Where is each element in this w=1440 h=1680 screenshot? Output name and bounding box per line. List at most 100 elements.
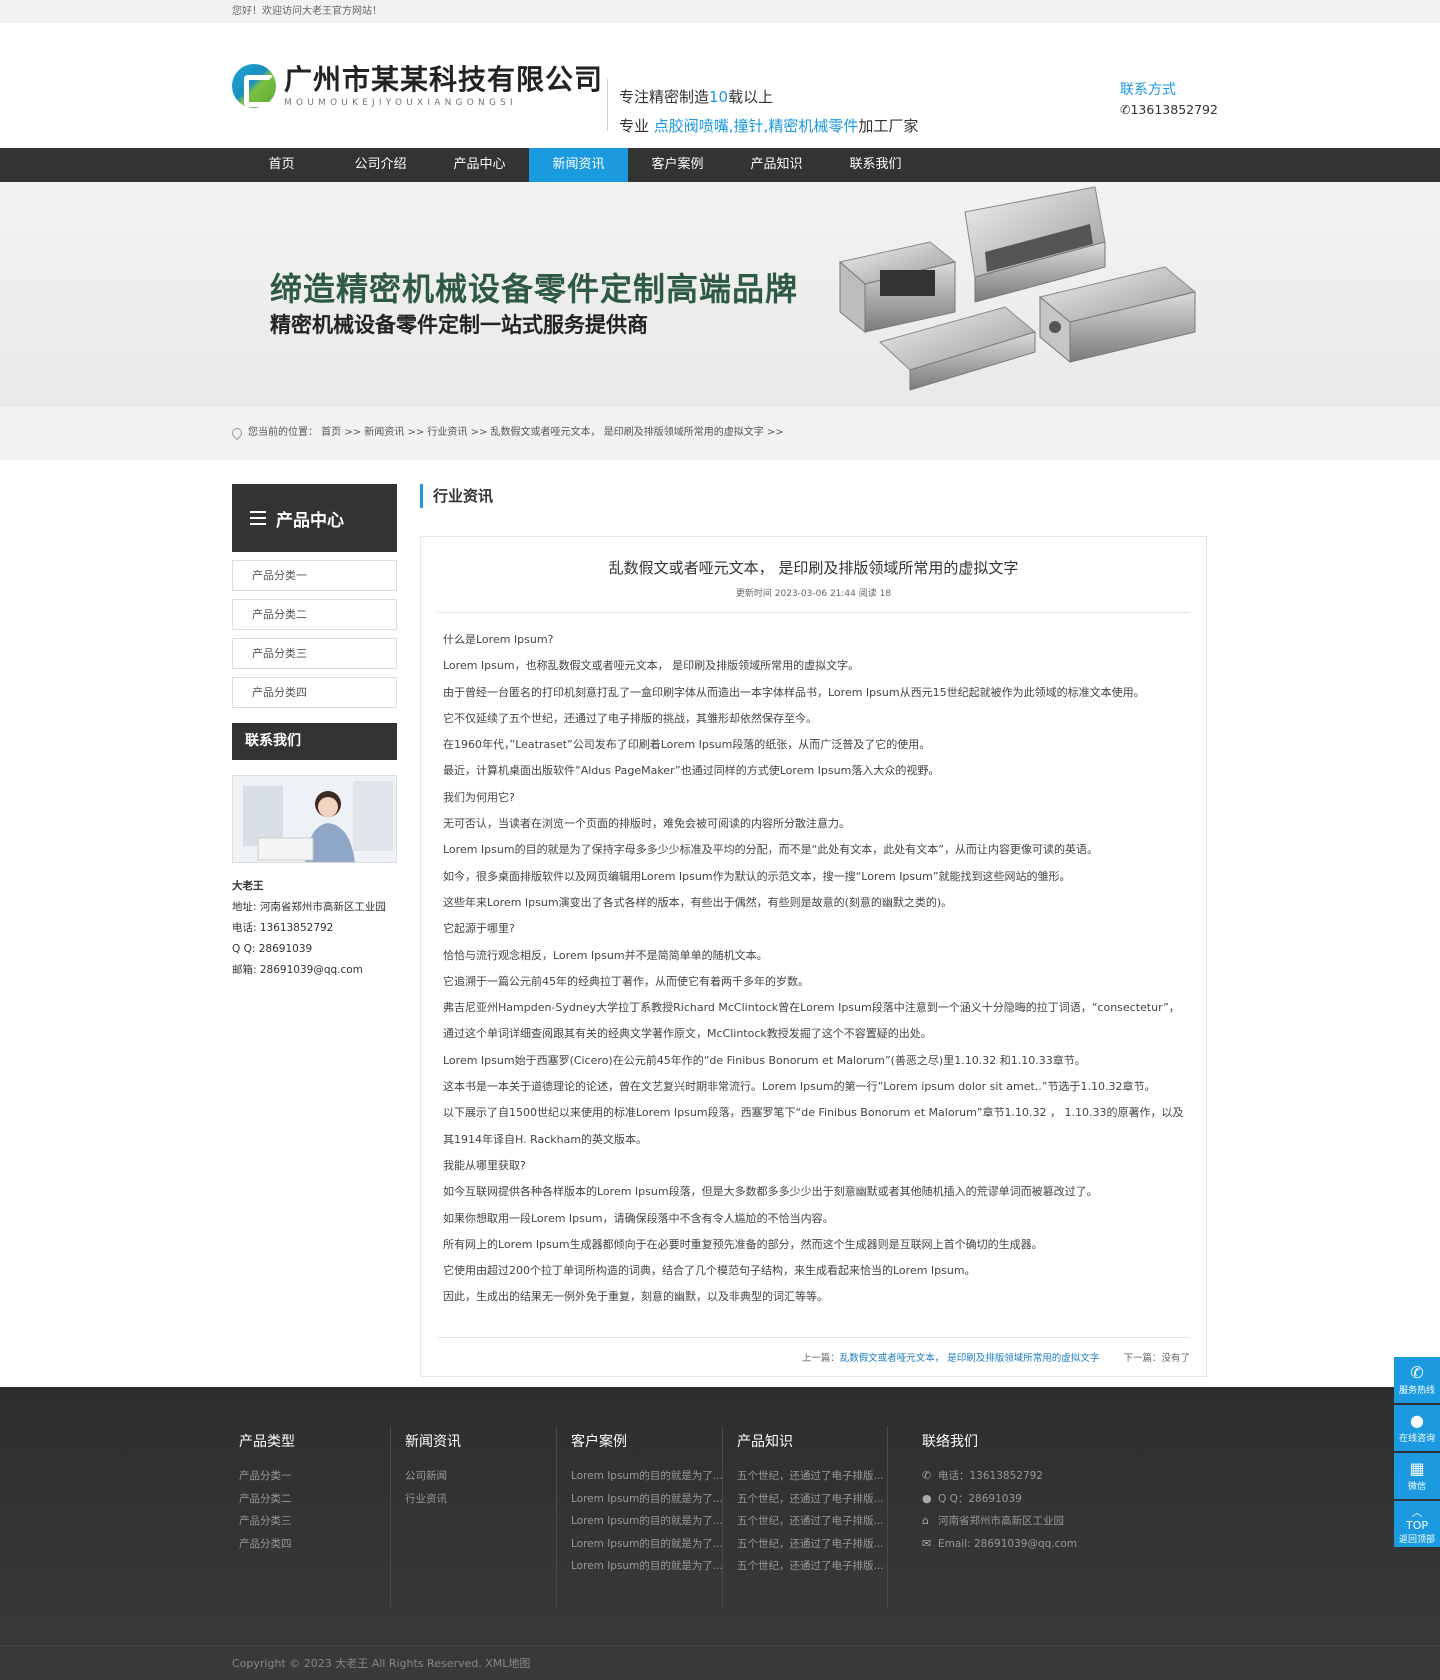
company-name: 广州市某某科技有限公司: [284, 63, 604, 96]
footer-col-news: 新闻资讯 公司新闻 行业资讯: [405, 1431, 461, 1510]
article-paragraph: 由于曾经一台匿名的打印机刻意打乱了一盒印刷字体从而造出一本字体样品书，Lorem…: [443, 685, 1145, 699]
contact-qq: Q Q: 28691039: [232, 943, 313, 955]
article-paragraph: 什么是Lorem Ipsum?: [443, 633, 554, 646]
customer-service-photo: [232, 775, 397, 863]
article-paragraph: 因此，生成出的结果无一例外免于重复，刻意的幽默，以及非典型的词汇等等。: [443, 1290, 828, 1304]
footer-col-products: 产品类型 产品分类一 产品分类二 产品分类三 产品分类四: [239, 1431, 295, 1555]
footer-link[interactable]: 产品分类二: [239, 1488, 295, 1511]
article-paragraph: 恰恰与流行观念相反，Lorem Ipsum并不是简简单单的随机文本。: [443, 948, 768, 962]
sidebar: 产品中心 产品分类一产品分类二产品分类三产品分类四 联系我们 大老王 地址: 河…: [232, 484, 397, 981]
sidebar-title: 产品中心: [232, 484, 397, 552]
banner-parts-image: [838, 186, 1197, 391]
contact-phone[interactable]: ✆13613852792: [1120, 102, 1218, 117]
nav-item-1[interactable]: 首页: [232, 148, 331, 182]
article: 乱数假文或者哑元文本， 是印刷及排版领域所常用的虚拟文字 更新时间 2023-0…: [420, 536, 1207, 1377]
footer-col-contact: 联络我们 ✆ 电话：13613852792 ● Q Q：28691039 ⌂ 河南省郑…: [922, 1431, 1077, 1555]
qrcode-icon: ▦: [1409, 1459, 1425, 1478]
sidebar-category-3[interactable]: 产品分类三: [232, 638, 397, 669]
banner-subtitle: 精密机械设备零件定制一站式服务提供商: [270, 313, 648, 337]
nav-item-5[interactable]: 客户案例: [628, 148, 727, 182]
nav-item-3[interactable]: 产品中心: [430, 148, 529, 182]
contact-name: 大老王: [232, 880, 264, 892]
hotline-button[interactable]: ✆ 服务热线: [1394, 1357, 1440, 1403]
sidebar-category-1[interactable]: 产品分类一: [232, 560, 397, 591]
article-paragraph: Lorem Ipsum的目的就是为了保持字母多多少少标准及平均的分配，而不是“此…: [443, 843, 1098, 857]
footer-link[interactable]: 产品分类四: [239, 1533, 295, 1556]
footer-link[interactable]: Lorem Ipsum的目的就是为了...: [571, 1488, 723, 1511]
chat-icon: ●: [1410, 1411, 1424, 1430]
sidebar-category-4[interactable]: 产品分类四: [232, 677, 397, 708]
footer-link[interactable]: 产品分类一: [239, 1465, 295, 1488]
back-to-top-button[interactable]: ︿ TOP 返回顶部: [1394, 1501, 1440, 1547]
nav-item-7[interactable]: 联系我们: [826, 148, 925, 182]
location-pin-icon: [229, 425, 245, 441]
banner-title: 缔造精密机械设备零件定制高端品牌: [270, 270, 799, 308]
footer-link[interactable]: 行业资讯: [405, 1488, 461, 1511]
home-icon: ⌂: [922, 1514, 929, 1527]
article-paragraph: 以下展示了自1500世纪以来使用的标准Lorem Ipsum段落，西塞罗笔下“d…: [443, 1106, 1184, 1146]
footer-link[interactable]: Lorem Ipsum的目的就是为了...: [571, 1510, 723, 1533]
article-paragraph: 这些年来Lorem Ipsum演变出了各式各样的版本，有些出于偶然，有些则是故意…: [443, 895, 953, 909]
article-pagination: 上一篇：乱数假文或者哑元文本， 是印刷及排版领域所常用的虚拟文字 下一篇：没有了: [437, 1337, 1190, 1364]
contact-email: 邮箱: 28691039@qq.com: [232, 964, 363, 976]
article-paragraph: Lorem Ipsum，也称乱数假文或者哑元文本， 是印刷及排版领域所常用的虚拟…: [443, 659, 860, 673]
hero-banner: 缔造精密机械设备零件定制高端品牌 精密机械设备零件定制一站式服务提供商: [0, 182, 1440, 407]
logo-icon: [232, 63, 276, 108]
article-paragraph: 如今，很多桌面排版软件以及网页编辑用Lorem Ipsum作为默认的示范文本，搜…: [443, 869, 1071, 883]
copyright: Copyright © 2023 大老王 All Rights Reserved…: [232, 1657, 531, 1670]
article-paragraph: 在1960年代，”Leatraset”公司发布了印刷着Lorem Ipsum段落…: [443, 738, 931, 752]
arrow-up-icon: ︿: [1411, 1506, 1423, 1519]
header-contact: 联系方式 ✆13613852792: [1120, 79, 1218, 117]
footer-link[interactable]: 产品分类三: [239, 1510, 295, 1533]
footer-link[interactable]: Lorem Ipsum的目的就是为了...: [571, 1533, 723, 1556]
article-paragraph: 我能从哪里获取?: [443, 1158, 526, 1172]
sidebar-contact-title: 联系我们: [232, 723, 397, 760]
footer-link[interactable]: Lorem Ipsum的目的就是为了...: [571, 1465, 723, 1488]
site-header: 广州市某某科技有限公司 MOUMOUKEJIYOUXIANGONGSI 专注精密…: [0, 23, 1440, 148]
footer-link[interactable]: 五个世纪，还通过了电子排版...: [737, 1555, 884, 1578]
footer-link[interactable]: 公司新闻: [405, 1465, 461, 1488]
sidebar-category-2[interactable]: 产品分类二: [232, 599, 397, 630]
article-paragraph: 它使用由超过200个拉丁单词所构造的词典，结合了几个模范句子结构，来生成看起来恰…: [443, 1264, 976, 1278]
breadcrumb: 您当前的位置： 首页 >> 新闻资讯 >> 行业资讯 >> 乱数假文或者哑元文本…: [0, 407, 1440, 460]
article-paragraph: 无可否认，当读者在浏览一个页面的排版时，难免会被可阅读的内容所分散注意力。: [443, 817, 850, 831]
breadcrumb-text[interactable]: 您当前的位置： 首页 >> 新闻资讯 >> 行业资讯 >> 乱数假文或者哑元文本…: [248, 418, 784, 448]
company-name-pinyin: MOUMOUKEJIYOUXIANGONGSI: [284, 98, 517, 108]
floating-toolbar: ✆ 服务热线 ● 在线咨询 ▦ 微信 ︿ TOP 返回顶部: [1394, 1357, 1440, 1549]
article-body: 什么是Lorem Ipsum? Lorem Ipsum，也称乱数假文或者哑元文本，…: [437, 613, 1190, 1311]
site-footer: 产品类型 产品分类一 产品分类二 产品分类三 产品分类四 新闻资讯 公司新闻 行业资讯 …: [0, 1387, 1440, 1680]
phone-icon: ✆: [1120, 102, 1131, 117]
prev-article-link[interactable]: 乱数假文或者哑元文本， 是印刷及排版领域所常用的虚拟文字: [840, 1353, 1100, 1364]
contact-address: 地址: 河南省郑州市高新区工业园: [232, 901, 386, 913]
article-title: 乱数假文或者哑元文本， 是印刷及排版领域所常用的虚拟文字: [608, 559, 1019, 577]
article-area: 行业资讯 乱数假文或者哑元文本， 是印刷及排版领域所常用的虚拟文字 更新时间 2…: [420, 484, 1207, 1377]
footer-link[interactable]: 五个世纪，还通过了电子排版...: [737, 1465, 884, 1488]
article-paragraph: 它不仅延续了五个世纪，还通过了电子排版的挑战，其雏形却依然保存至今。: [443, 711, 817, 725]
main-nav: 首页 公司介绍 产品中心 新闻资讯 客户案例 产品知识 联系我们: [0, 148, 1440, 182]
main-content: 产品中心 产品分类一产品分类二产品分类三产品分类四 联系我们 大老王 地址: 河…: [0, 460, 1440, 1397]
online-consult-button[interactable]: ● 在线咨询: [1394, 1405, 1440, 1451]
footer-link[interactable]: 五个世纪，还通过了电子排版...: [737, 1510, 884, 1533]
nav-item-2[interactable]: 公司介绍: [331, 148, 430, 182]
article-paragraph: 最近，计算机桌面出版软件”Aldus PageMaker”也通过同样的方式使Lo…: [443, 764, 940, 778]
footer-col-knowledge: 产品知识 五个世纪，还通过了电子排版... 五个世纪，还通过了电子排版... 五个世…: [737, 1431, 884, 1578]
contact-phone-side: 电话: 13613852792: [232, 922, 334, 934]
wechat-button[interactable]: ▦ 微信: [1394, 1453, 1440, 1499]
nav-item-4[interactable]: 新闻资讯: [529, 148, 628, 182]
next-article-link[interactable]: 没有了: [1161, 1353, 1190, 1364]
site-logo[interactable]: 广州市某某科技有限公司 MOUMOUKEJIYOUXIANGONGSI: [232, 63, 603, 108]
list-icon: [250, 511, 266, 525]
article-paragraph: 所有网上的Lorem Ipsum生成器都倾向于在必要时重复预先准备的部分，然而这…: [443, 1237, 1043, 1251]
nav-item-6[interactable]: 产品知识: [727, 148, 826, 182]
phone-icon: ✆: [1410, 1363, 1424, 1382]
welcome-text: 您好！欢迎访问大老王官方网站！: [232, 6, 382, 17]
phone-icon: ✆: [922, 1469, 932, 1482]
section-title: 行业资讯: [420, 484, 1207, 508]
footer-col-cases: 客户案例 Lorem Ipsum的目的就是为了... Lorem Ipsum的目的…: [571, 1431, 723, 1578]
footer-link[interactable]: 五个世纪，还通过了电子排版...: [737, 1488, 884, 1511]
footer-link[interactable]: Lorem Ipsum的目的就是为了...: [571, 1555, 723, 1578]
footer-link[interactable]: 五个世纪，还通过了电子排版...: [737, 1533, 884, 1556]
article-paragraph: 这本书是一本关于道德理论的论述，曾在文艺复兴时期非常流行。Lorem Ipsum…: [443, 1080, 1156, 1094]
article-paragraph: 它追溯于一篇公元前45年的经典拉丁著作，从而使它有着两千多年的岁数。: [443, 974, 809, 988]
article-paragraph: 它起源于哪里?: [443, 922, 515, 936]
